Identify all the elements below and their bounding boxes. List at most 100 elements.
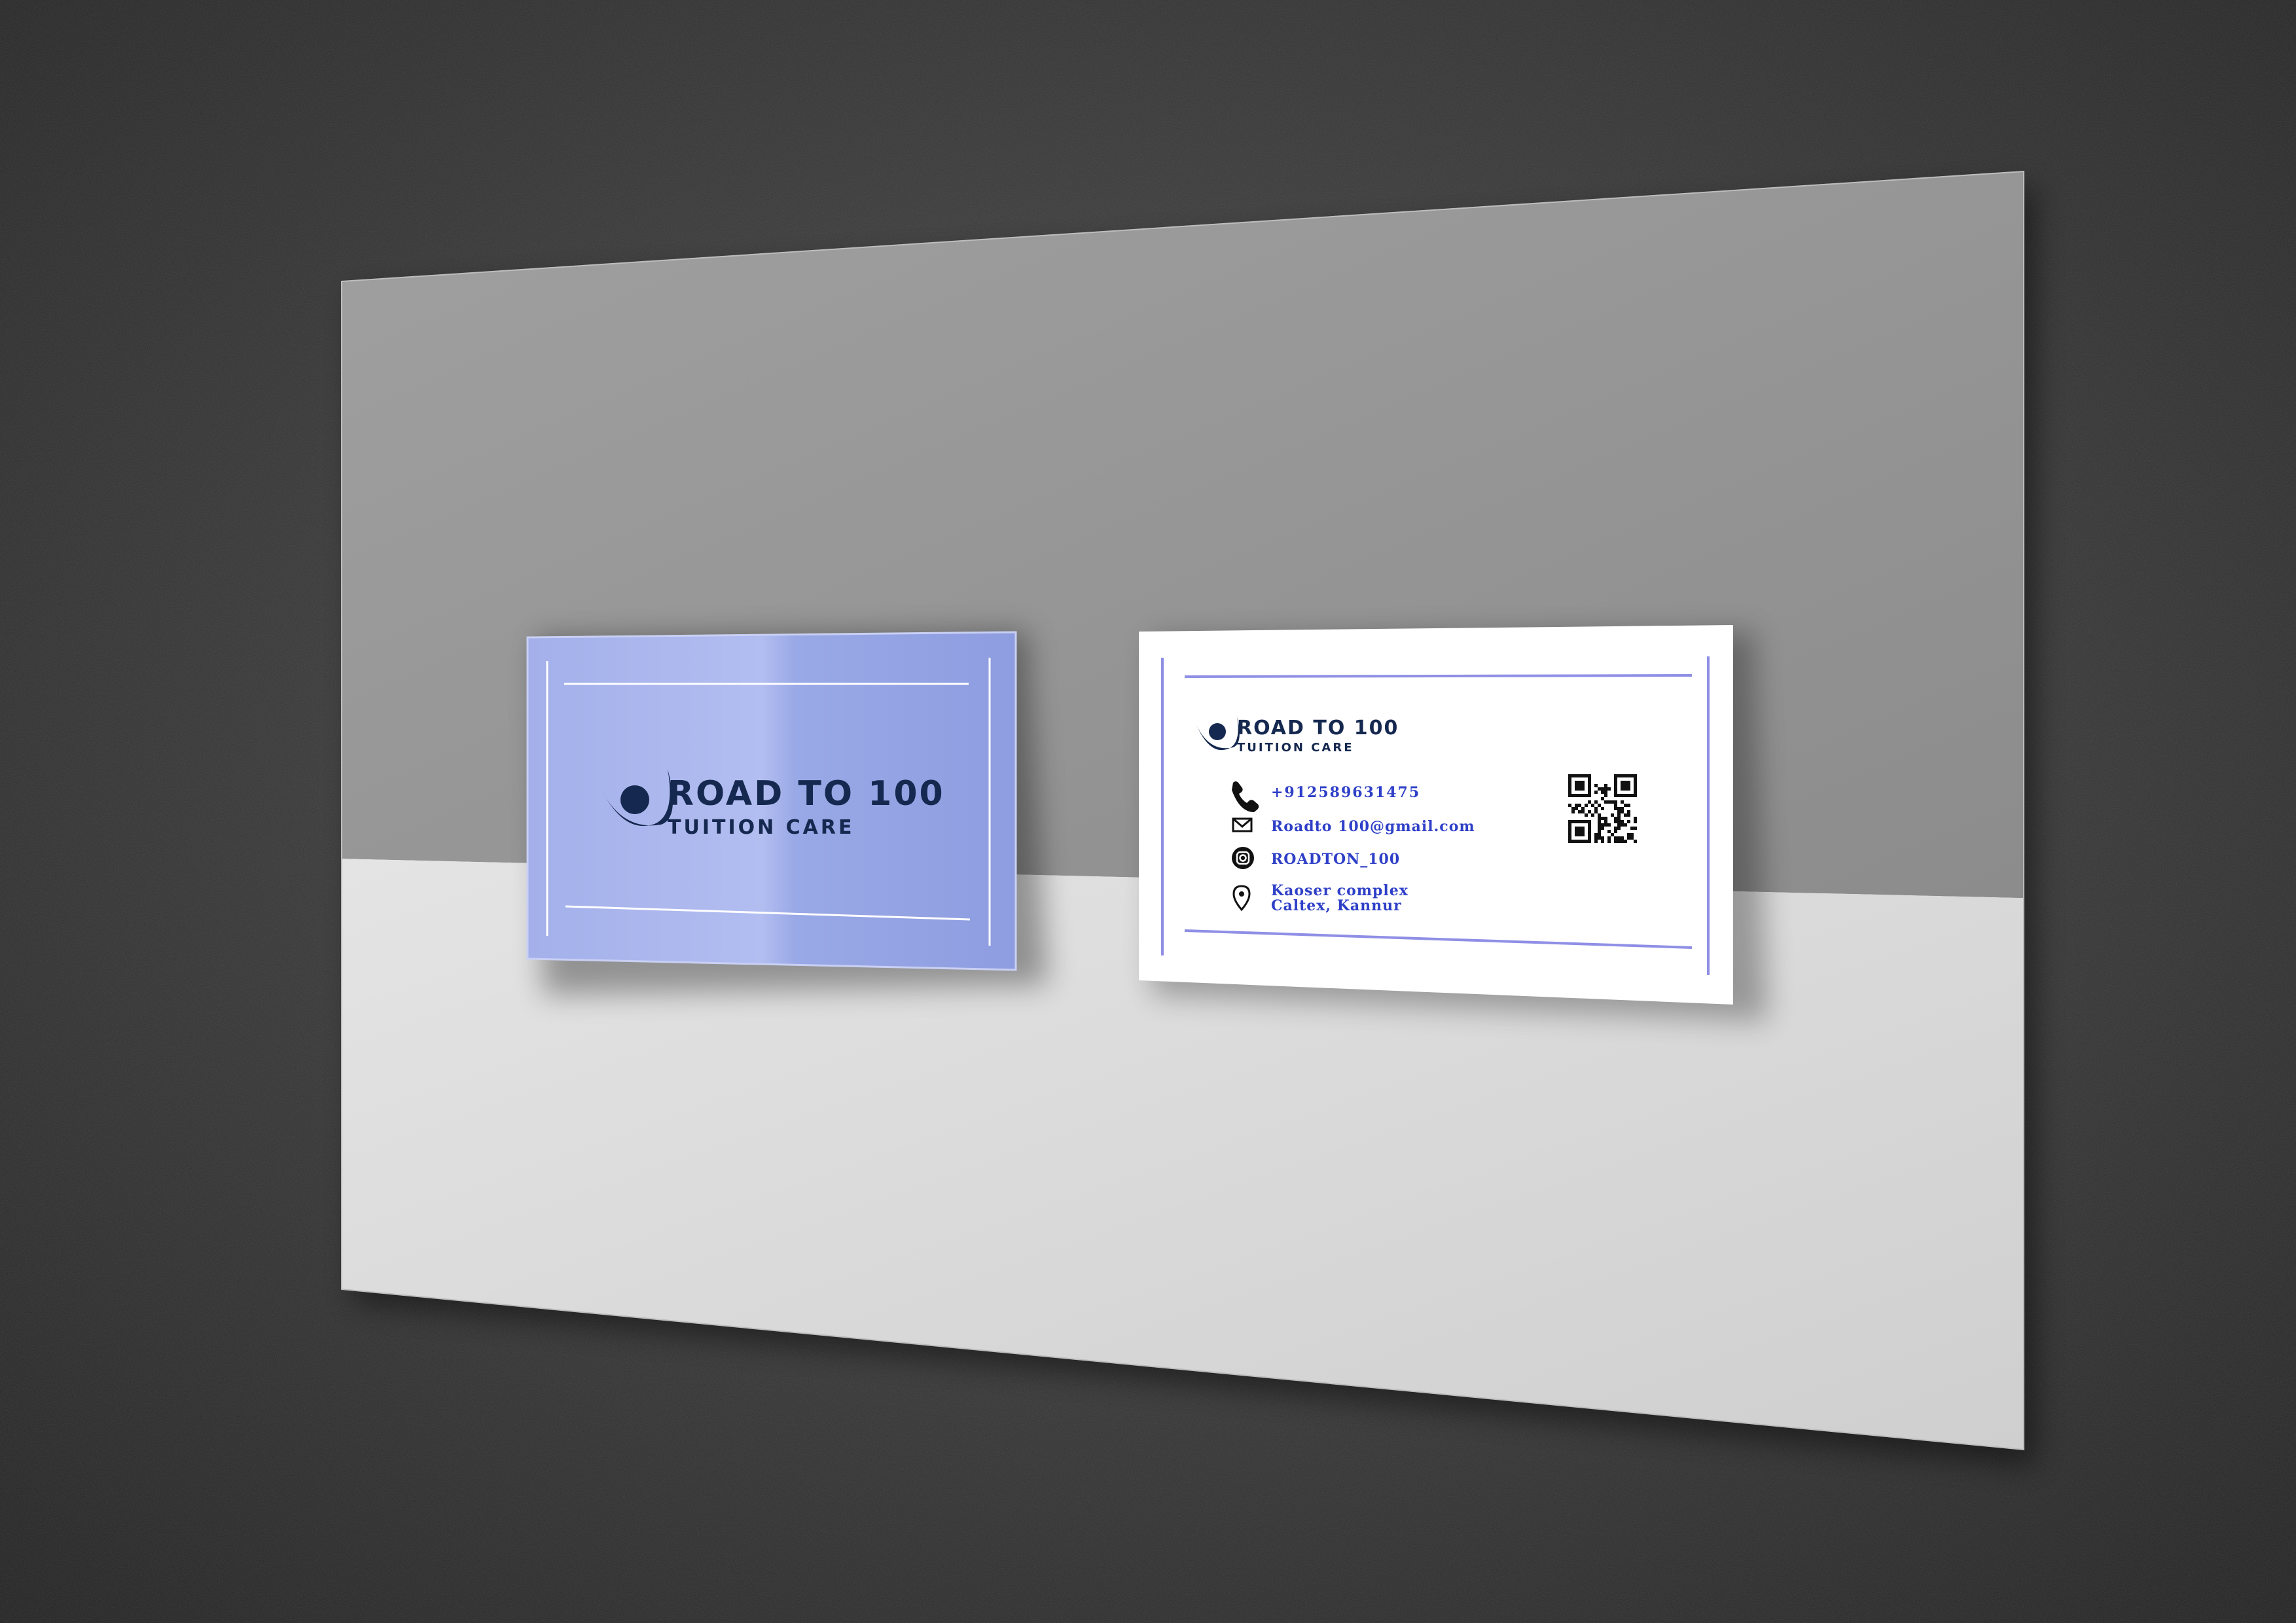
qr-module: [1581, 810, 1585, 813]
qr-module: [1607, 787, 1611, 791]
qr-module: [1614, 836, 1617, 840]
qr-module: [1578, 833, 1581, 836]
qr-module: [1614, 830, 1617, 833]
qr-module: [1617, 840, 1621, 843]
qr-module: [1571, 794, 1575, 797]
front-logo-subtitle: TUITION CARE: [668, 816, 855, 839]
qr-module: [1585, 804, 1588, 807]
qr-module: [1594, 833, 1598, 836]
qr-module: [1568, 820, 1571, 823]
qr-module: [1588, 784, 1591, 787]
qr-module: [1617, 813, 1621, 817]
qr-module: [1581, 833, 1585, 836]
qr-module: [1621, 784, 1624, 787]
qr-module: [1624, 781, 1627, 784]
contact-phone: +912589631475: [1271, 784, 1420, 801]
qr-module: [1568, 840, 1571, 843]
qr-module: [1634, 787, 1637, 791]
qr-module: [1614, 827, 1617, 830]
qr-module: [1627, 813, 1630, 817]
mockup-scene: ROAD TO 100 TUITION CARE ROAD TO 100 TUI…: [0, 0, 2296, 1623]
front-logo-title: ROAD TO 100: [668, 774, 945, 813]
qr-module: [1594, 810, 1598, 813]
qr-module: [1630, 827, 1634, 830]
qr-module: [1575, 804, 1578, 807]
qr-module: [1585, 820, 1588, 823]
qr-module: [1568, 804, 1571, 807]
qr-module: [1601, 823, 1604, 827]
contact-email: Roadto 100@gmail.com: [1271, 818, 1475, 835]
qr-module: [1571, 807, 1575, 810]
qr-module: [1575, 781, 1578, 784]
qr-module: [1627, 833, 1630, 836]
qr-module: [1627, 810, 1630, 813]
qr-module: [1627, 820, 1630, 823]
qr-module: [1585, 794, 1588, 797]
qr-module: [1575, 830, 1578, 833]
qr-module: [1581, 830, 1585, 833]
qr-module: [1594, 784, 1598, 787]
qr-module: [1581, 794, 1585, 797]
qr-module: [1611, 813, 1614, 817]
qr-module: [1575, 807, 1578, 810]
qr-module: [1614, 800, 1617, 804]
qr-module: [1630, 774, 1634, 777]
qr-module: [1601, 797, 1604, 800]
qr-module: [1607, 836, 1611, 840]
qr-module: [1617, 810, 1621, 813]
qr-module: [1594, 800, 1598, 804]
qr-module: [1634, 791, 1637, 794]
qr-module: [1594, 791, 1598, 794]
qr-module: [1621, 840, 1624, 843]
qr-module: [1614, 784, 1617, 787]
qr-module: [1617, 820, 1621, 823]
qr-module: [1604, 784, 1607, 787]
qr-module: [1568, 781, 1571, 784]
qr-module: [1568, 823, 1571, 827]
qr-module: [1604, 823, 1607, 827]
qr-module: [1634, 777, 1637, 781]
qr-module: [1578, 830, 1581, 833]
qr-module: [1624, 794, 1627, 797]
qr-module: [1617, 794, 1621, 797]
qr-module: [1624, 823, 1627, 827]
qr-module: [1621, 800, 1624, 804]
qr-module: [1601, 807, 1604, 810]
qr-module: [1614, 781, 1617, 784]
qr-module: [1624, 784, 1627, 787]
qr-module: [1581, 781, 1585, 784]
qr-module: [1588, 774, 1591, 777]
qr-module: [1568, 774, 1571, 777]
qr-module: [1581, 774, 1585, 777]
qr-module: [1604, 794, 1607, 797]
qr-module: [1575, 794, 1578, 797]
qr-module: [1627, 794, 1630, 797]
qr-module: [1627, 804, 1630, 807]
qr-module: [1568, 777, 1571, 781]
qr-module: [1575, 840, 1578, 843]
qr-module: [1568, 836, 1571, 840]
qr-module: [1624, 813, 1627, 817]
qr-module: [1634, 820, 1637, 823]
qr-module: [1578, 810, 1581, 813]
qr-module: [1621, 781, 1624, 784]
qr-module: [1588, 833, 1591, 836]
qr-module: [1614, 787, 1617, 791]
qr-module: [1621, 810, 1624, 813]
qr-module: [1617, 836, 1621, 840]
qr-module: [1604, 817, 1607, 820]
qr-module: [1630, 833, 1634, 836]
back-card: ROAD TO 100 TUITION CARE +912589631475 R…: [1139, 625, 1733, 1005]
qr-module: [1598, 833, 1601, 836]
qr-module: [1581, 784, 1585, 787]
qr-module: [1591, 804, 1594, 807]
qr-module: [1634, 817, 1637, 820]
qr-module: [1598, 836, 1601, 840]
qr-module: [1614, 804, 1617, 807]
qr-module: [1627, 787, 1630, 791]
qr-module: [1598, 823, 1601, 827]
back-logo-title: ROAD TO 100: [1237, 717, 1399, 740]
qr-module: [1591, 813, 1594, 817]
qr-module: [1568, 827, 1571, 830]
qr-module: [1568, 787, 1571, 791]
